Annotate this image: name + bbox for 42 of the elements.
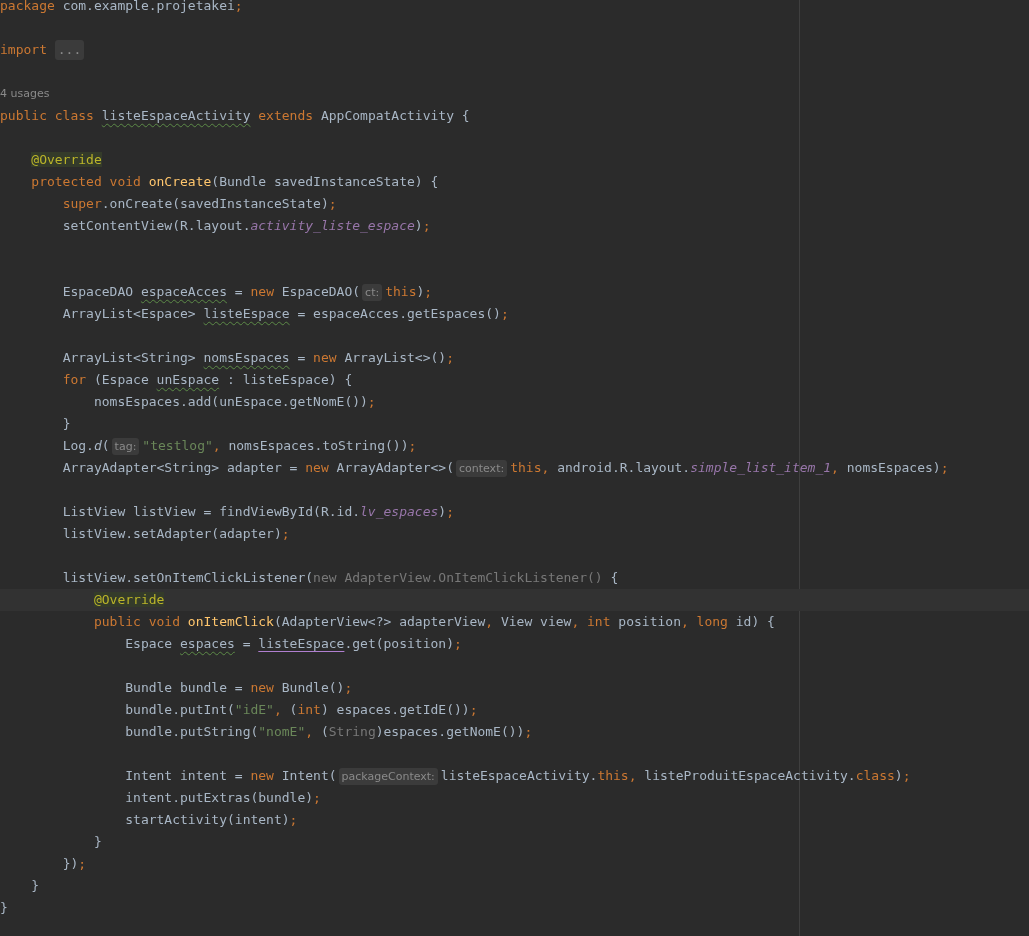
code-text: for (Espace unEspace : listeEspace) { (61, 371, 353, 389)
code-text: EspaceDAO espaceAcces = new EspaceDAO( (61, 283, 361, 301)
code-text: this, android.R.layout.simple_list_item_1, nomsEspaces); (510, 459, 949, 477)
code-text: ArrayList<String> nomsEspaces = new ArrayList<>(); (61, 349, 454, 367)
code-text: ArrayAdapter<String> adapter = new ArrayAdapter<>( (61, 459, 454, 477)
code-text: listeEspaceActivity.this, listeProduitEspaceActivity.class); (440, 767, 911, 785)
code-text: listView.setAdapter(adapter); (61, 525, 290, 543)
code-text: @Override (92, 591, 165, 609)
parameter-hint: tag: (111, 437, 140, 455)
code-text: Bundle bundle = new Bundle(); (124, 679, 353, 697)
code-text: bundle.putString("nomE", (String)espaces.getNomE()); (124, 723, 533, 741)
code-text: bundle.putInt("idE", (int) espaces.getIdE()); (124, 701, 478, 719)
code-text: public void onItemClick(AdapterView<?> adapterView, View view, int position, long id) { (92, 613, 775, 631)
code-text: Espace espaces = listeEspace.get(position); (124, 635, 462, 653)
code-text: protected void onCreate(Bundle savedInstanceState) { (30, 173, 439, 191)
parameter-hint: ct: (362, 283, 383, 301)
code-text: startActivity(intent); (124, 811, 298, 829)
code-text: ArrayList<Espace> listeEspace = espaceAcces.getEspaces(); (61, 305, 509, 323)
code-text: intent.putExtras(bundle); (124, 789, 321, 807)
code-text: this); (385, 283, 433, 301)
folded-imports[interactable]: ... (54, 40, 85, 60)
code-text: public class listeEspaceActivity extends AppCompatActivity { (0, 107, 470, 125)
code-text: } (61, 415, 71, 433)
code-text: Log.d( (61, 437, 110, 455)
code-text: ListView listView = findViewById(R.id.lv_espaces); (61, 503, 454, 521)
code-text: nomsEspaces.add(unEspace.getNomE()); (92, 393, 376, 411)
code-text: Intent intent = new Intent( (124, 767, 337, 785)
code-text: listView.setOnItemClickListener(new AdapterView.OnItemClickListener() { (61, 569, 619, 587)
code-text: super.onCreate(savedInstanceState); (61, 195, 337, 213)
code-text: }); (61, 855, 87, 873)
code-text: } (0, 899, 8, 917)
parameter-hint: packageContext: (338, 767, 438, 785)
usages-hint[interactable]: 4 usages (0, 83, 50, 105)
code-text: import (0, 41, 48, 59)
code-text: "testlog", nomsEspaces.toString()); (142, 437, 417, 455)
code-text: @Override (30, 151, 102, 169)
parameter-hint: context: (456, 459, 508, 477)
code-editor[interactable] (0, 0, 1029, 936)
code-text: } (92, 833, 102, 851)
code-text: package com.example.projetakei; (0, 0, 243, 15)
code-text: setContentView(R.layout.activity_liste_espace); (61, 217, 431, 235)
code-text: } (30, 877, 40, 895)
